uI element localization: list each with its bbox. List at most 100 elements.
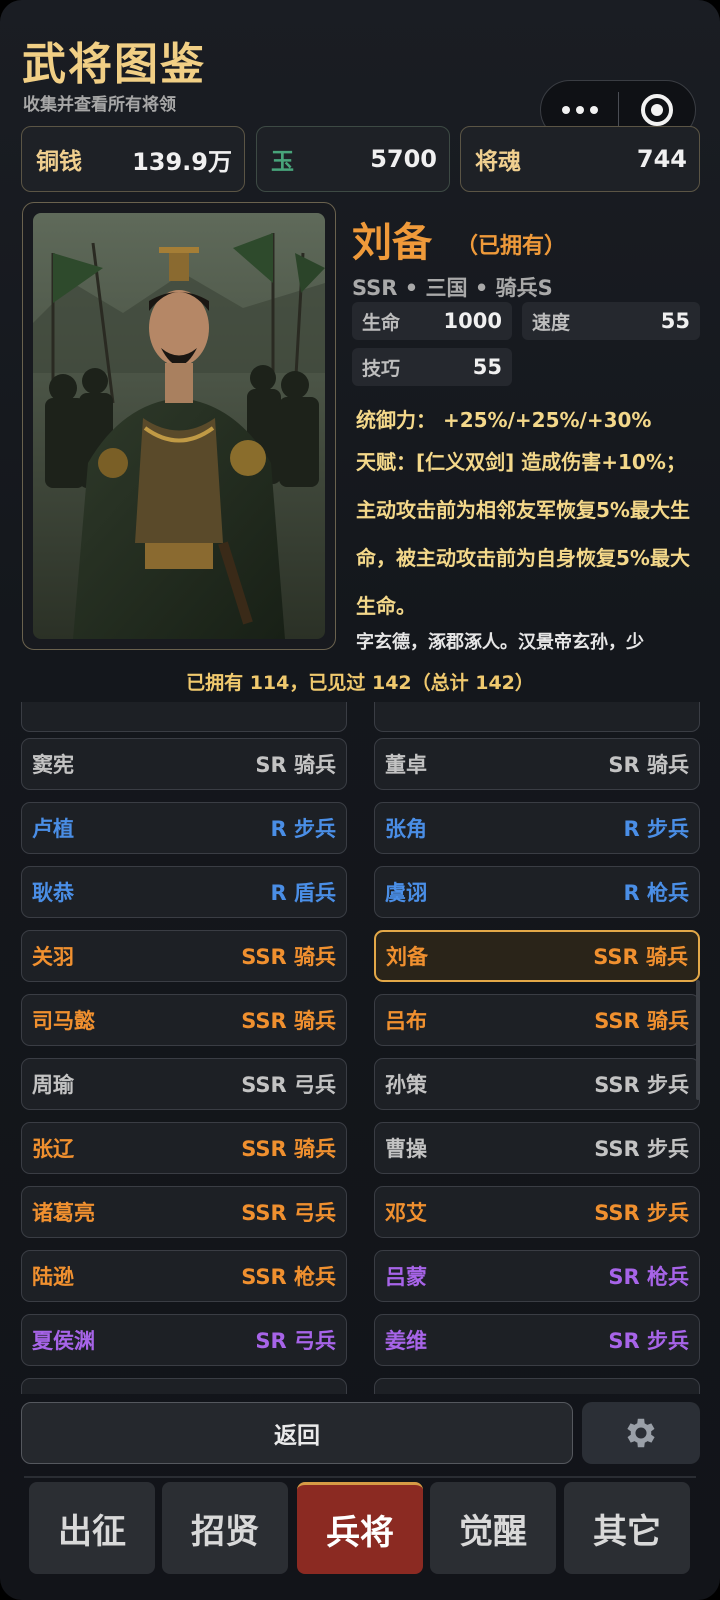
list-item-partial[interactable]: [21, 1378, 347, 1394]
general-card-name: 虞诩: [385, 881, 427, 905]
resource-soul: 将魂 744: [460, 126, 700, 192]
general-card[interactable]: 邓艾 SSR 步兵: [374, 1186, 700, 1238]
general-card[interactable]: 张角 R 步兵: [374, 802, 700, 854]
resource-label: 铜钱: [36, 149, 82, 175]
general-card-tag: SSR 步兵: [594, 1073, 689, 1097]
general-card-name: 姜维: [385, 1329, 427, 1353]
general-card-tag: SSR 骑兵: [241, 945, 336, 969]
general-card-tag: SSR 步兵: [594, 1201, 689, 1225]
resource-jade: 玉 5700: [256, 126, 450, 192]
general-card[interactable]: 姜维 SR 步兵: [374, 1314, 700, 1366]
back-button[interactable]: 返回: [21, 1402, 573, 1464]
app-screen: 武将图鉴 收集并查看所有将领 铜钱 139.9万 玉 5700 将魂 744 刘…: [0, 0, 720, 1600]
general-list[interactable]: 窦宪 SR 骑兵 董卓 SR 骑兵 卢植 R 步兵 张角 R 步兵 耿恭 R 盾兵 虞诩 R 枪兵 关羽…: [0, 702, 720, 1394]
general-card-tag: SR 骑兵: [255, 753, 336, 777]
general-card-tag: SR 弓兵: [255, 1329, 336, 1353]
tabbar-divider: [24, 1476, 696, 1478]
general-card[interactable]: 虞诩 R 枪兵: [374, 866, 700, 918]
general-card-name: 刘备: [386, 945, 428, 969]
general-card-name: 吕蒙: [385, 1265, 427, 1289]
general-portrait-frame: [22, 202, 336, 650]
general-card-tag: SSR 弓兵: [241, 1201, 336, 1225]
list-item-partial[interactable]: [374, 1378, 700, 1394]
general-card[interactable]: 窦宪 SR 骑兵: [21, 738, 347, 790]
general-card[interactable]: 司马懿 SSR 骑兵: [21, 994, 347, 1046]
general-card[interactable]: 吕布 SSR 骑兵: [374, 994, 700, 1046]
general-card-name: 夏侯渊: [32, 1329, 95, 1353]
talent-description: 天赋：[仁义双剑] 造成伤害+10%；主动攻击前为相邻友军恢复5%最大生命，被主…: [356, 450, 690, 618]
general-card-tag: SSR 骑兵: [593, 945, 688, 969]
general-card-name: 陆逊: [32, 1265, 74, 1289]
general-card-tag: SR 步兵: [608, 1329, 689, 1353]
general-meta: SSR • 三国 • 骑兵S: [352, 276, 553, 300]
general-card[interactable]: 诸葛亮 SSR 弓兵: [21, 1186, 347, 1238]
general-card-name: 周瑜: [32, 1073, 74, 1097]
tab-other[interactable]: 其它: [564, 1482, 690, 1574]
general-card-name: 董卓: [385, 753, 427, 777]
general-card[interactable]: 曹操 SSR 步兵: [374, 1122, 700, 1174]
general-card-tag: R 盾兵: [270, 881, 336, 905]
general-card-tag: SSR 骑兵: [594, 1009, 689, 1033]
resource-label: 玉: [271, 149, 294, 175]
list-scrollbar[interactable]: [696, 980, 700, 1100]
gear-icon: [627, 1418, 655, 1448]
owned-status: （已拥有）: [456, 234, 567, 259]
general-card-name: 窦宪: [32, 753, 74, 777]
general-card[interactable]: 孙策 SSR 步兵: [374, 1058, 700, 1110]
general-card-tag: SSR 步兵: [594, 1137, 689, 1161]
general-card[interactable]: 卢植 R 步兵: [21, 802, 347, 854]
general-card[interactable]: 陆逊 SSR 枪兵: [21, 1250, 347, 1302]
list-item-partial[interactable]: [374, 702, 700, 732]
page-subtitle: 收集并查看所有将领: [23, 95, 176, 115]
general-card-tag: SR 枪兵: [608, 1265, 689, 1289]
general-card-name: 诸葛亮: [32, 1201, 95, 1225]
tab-generals[interactable]: 兵将: [297, 1482, 423, 1574]
general-card[interactable]: 刘备 SSR 骑兵: [374, 930, 700, 982]
general-card-name: 张角: [385, 817, 427, 841]
general-portrait: [33, 213, 325, 639]
general-card[interactable]: 耿恭 R 盾兵: [21, 866, 347, 918]
general-card-name: 吕布: [385, 1009, 427, 1033]
general-card[interactable]: 董卓 SR 骑兵: [374, 738, 700, 790]
stat-hp: 生命 1000: [352, 302, 512, 340]
general-card-tag: R 步兵: [270, 817, 336, 841]
tab-expedition[interactable]: 出征: [29, 1482, 155, 1574]
general-card-tag: SSR 枪兵: [241, 1265, 336, 1289]
stat-value: 55: [472, 355, 502, 379]
settings-button[interactable]: [582, 1402, 700, 1464]
command-bonus: 统御力： +25%/+25%/+30%: [356, 408, 652, 432]
general-card-name: 司马懿: [32, 1009, 95, 1033]
general-card[interactable]: 关羽 SSR 骑兵: [21, 930, 347, 982]
list-item-partial[interactable]: [21, 702, 347, 732]
resource-value: 744: [636, 145, 687, 173]
stat-value: 1000: [443, 309, 502, 333]
general-card-name: 耿恭: [32, 881, 74, 905]
general-card-tag: R 步兵: [623, 817, 689, 841]
general-card-name: 孙策: [385, 1073, 427, 1097]
resource-value: 5700: [370, 145, 437, 173]
stat-speed: 速度 55: [522, 302, 700, 340]
general-card-name: 曹操: [385, 1137, 427, 1161]
general-card-tag: SSR 弓兵: [241, 1073, 336, 1097]
general-card-tag: R 枪兵: [623, 881, 689, 905]
general-card-name: 邓艾: [385, 1201, 427, 1225]
general-card[interactable]: 周瑜 SSR 弓兵: [21, 1058, 347, 1110]
page-title: 武将图鉴: [22, 39, 206, 90]
general-bio: 字玄德，涿郡涿人。汉景帝玄孙，少: [356, 632, 644, 653]
stat-value: 55: [660, 309, 690, 333]
general-card-name: 张辽: [32, 1137, 74, 1161]
stat-label: 技巧: [362, 357, 401, 380]
tab-awaken[interactable]: 觉醒: [430, 1482, 556, 1574]
collection-summary: 已拥有 114，已见过 142（总计 142）: [186, 672, 534, 694]
general-card[interactable]: 吕蒙 SR 枪兵: [374, 1250, 700, 1302]
portrait-illustration: [33, 213, 325, 639]
resource-copper: 铜钱 139.9万: [21, 126, 245, 192]
general-card-name: 卢植: [32, 817, 74, 841]
resource-value: 139.9万: [132, 147, 232, 176]
tab-recruit[interactable]: 招贤: [162, 1482, 288, 1574]
resource-label: 将魂: [475, 149, 521, 175]
stat-skill: 技巧 55: [352, 348, 512, 386]
general-card[interactable]: 夏侯渊 SR 弓兵: [21, 1314, 347, 1366]
general-card-tag: SSR 骑兵: [241, 1137, 336, 1161]
general-card[interactable]: 张辽 SSR 骑兵: [21, 1122, 347, 1174]
